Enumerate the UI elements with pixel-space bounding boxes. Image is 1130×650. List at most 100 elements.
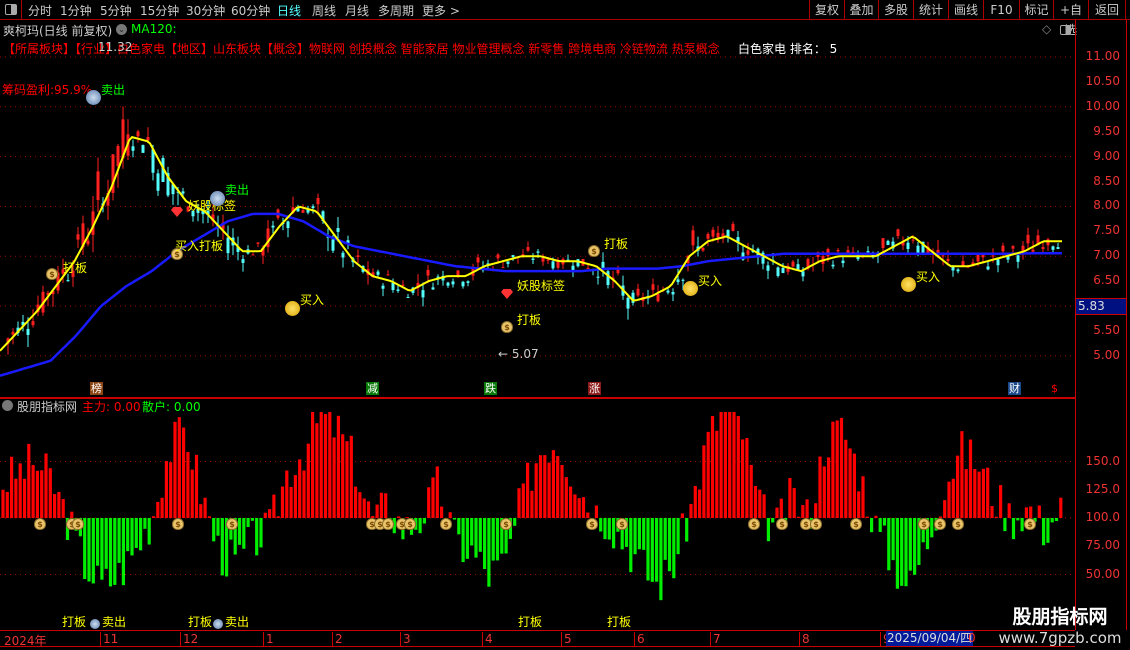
candle-body xyxy=(896,229,900,237)
indicator-dropdown-icon[interactable] xyxy=(2,400,13,411)
multi-stock-button[interactable]: 多股 xyxy=(878,0,913,20)
main-force-bar xyxy=(276,516,280,518)
main-force-bar xyxy=(960,431,964,518)
candle-body xyxy=(1031,249,1035,252)
tab-daily[interactable]: 日线 xyxy=(277,2,301,19)
signal-label: 卖出 xyxy=(225,615,250,629)
main-force-bar xyxy=(818,456,822,518)
main-force-bar xyxy=(990,506,994,518)
tab-15min[interactable]: 15分钟 xyxy=(140,2,179,19)
main-force-bar xyxy=(207,516,211,518)
main-force-bar xyxy=(839,417,844,518)
draw-line-button[interactable]: 画线 xyxy=(948,0,983,20)
main-force-bar xyxy=(341,434,345,518)
main-force-bar xyxy=(981,468,985,518)
signal-label: 卖出 xyxy=(101,83,126,97)
restore-rights-button[interactable]: 复权 xyxy=(809,0,844,20)
tab-weekly[interactable]: 周线 xyxy=(312,2,336,19)
event-mark[interactable]: 涨 xyxy=(588,382,601,395)
main-force-bar xyxy=(543,455,547,518)
price-tick: 11.00 xyxy=(1085,49,1120,63)
retail-bar xyxy=(603,518,607,540)
money-bag-icon: $ xyxy=(226,518,238,530)
back-button[interactable]: 返回 xyxy=(1088,0,1126,20)
event-mark[interactable]: 榜 xyxy=(90,382,103,395)
tab-more[interactable]: 更多 > xyxy=(422,2,460,19)
candlestick-chart[interactable] xyxy=(0,20,1075,398)
price-tick: 6.50 xyxy=(1093,273,1120,288)
candle-body xyxy=(96,171,100,201)
main-force-bar xyxy=(719,412,723,518)
retail-bar xyxy=(904,518,908,587)
candle-body xyxy=(766,265,770,271)
add-watchlist-button[interactable]: +自选 xyxy=(1053,0,1088,37)
signal-label: 买入打板 xyxy=(175,239,224,253)
price-tick: 5.50 xyxy=(1093,322,1120,337)
main-force-bar xyxy=(801,505,805,518)
retail-bar xyxy=(474,518,478,558)
indicator-chart[interactable] xyxy=(0,412,1075,630)
candle-body xyxy=(391,282,395,291)
main-force-bar xyxy=(964,469,968,518)
price-tick: 5.00 xyxy=(1093,347,1120,362)
candle-body xyxy=(596,276,600,278)
candle-body xyxy=(941,255,945,257)
main-force-bar xyxy=(762,494,766,518)
statistics-button[interactable]: 统计 xyxy=(913,0,948,20)
retail-bar xyxy=(612,518,616,549)
sell-face-icon xyxy=(210,191,225,206)
tab-1min[interactable]: 1分钟 xyxy=(60,2,92,19)
retail-bar xyxy=(470,518,474,546)
main-force-bar xyxy=(680,513,684,518)
main-force-bar xyxy=(182,427,186,518)
tab-5min[interactable]: 5分钟 xyxy=(100,2,132,19)
main-force-bar xyxy=(263,512,267,518)
tab-60min[interactable]: 60分钟 xyxy=(231,2,270,19)
tab-fenshi[interactable]: 分时 xyxy=(28,2,52,19)
retail-bar xyxy=(83,518,87,580)
price-tick: 10.00 xyxy=(1085,98,1120,113)
price-tick: 10.50 xyxy=(1085,73,1120,88)
event-mark[interactable]: 跌 xyxy=(484,382,497,395)
retail-bar xyxy=(457,518,461,535)
tab-30min[interactable]: 30分钟 xyxy=(186,2,225,19)
retail-bar xyxy=(495,518,500,561)
candle-body xyxy=(916,245,920,254)
money-bag-icon: $ xyxy=(46,268,58,280)
main-force-bar xyxy=(741,439,745,518)
main-force-bar xyxy=(526,462,530,518)
retail-bar xyxy=(104,518,108,569)
f10-button[interactable]: F10 xyxy=(983,0,1019,20)
candle-body xyxy=(131,146,135,151)
signal-label: 打板 xyxy=(62,615,87,629)
candle-body xyxy=(906,242,910,249)
event-mark[interactable]: 减 xyxy=(366,382,379,395)
main-force-bar xyxy=(986,467,990,518)
main-force-bar xyxy=(349,435,353,518)
tab-monthly[interactable]: 月线 xyxy=(345,2,369,19)
retail-bar xyxy=(418,518,422,534)
overlay-button[interactable]: 叠加 xyxy=(844,0,878,20)
candle-body xyxy=(336,228,340,232)
date-label: 5 xyxy=(561,632,572,646)
main-force-bar xyxy=(779,498,783,518)
main-force-bar xyxy=(448,512,452,518)
main-force-bar xyxy=(1024,507,1028,518)
date-label: 2024年 xyxy=(4,634,47,648)
event-mark[interactable]: $ xyxy=(1048,382,1061,395)
candle-body xyxy=(451,281,455,285)
retail-bar xyxy=(139,518,143,551)
retail-bar xyxy=(672,518,676,579)
retail-bar xyxy=(1003,518,1007,532)
layout-toggle-icon[interactable] xyxy=(0,0,22,20)
signal-label: 打板 xyxy=(188,615,213,629)
money-bag-icon: $ xyxy=(588,245,600,257)
tab-multi-period[interactable]: 多周期 xyxy=(378,2,414,19)
event-mark[interactable]: 财 xyxy=(1008,382,1021,395)
mark-button[interactable]: 标记 xyxy=(1019,0,1053,20)
date-axis-tail: 0 xyxy=(968,631,976,645)
smiley-icon xyxy=(901,277,916,292)
main-force-bar xyxy=(848,448,852,518)
main-force-bar xyxy=(151,516,156,518)
candle-body xyxy=(866,251,870,253)
